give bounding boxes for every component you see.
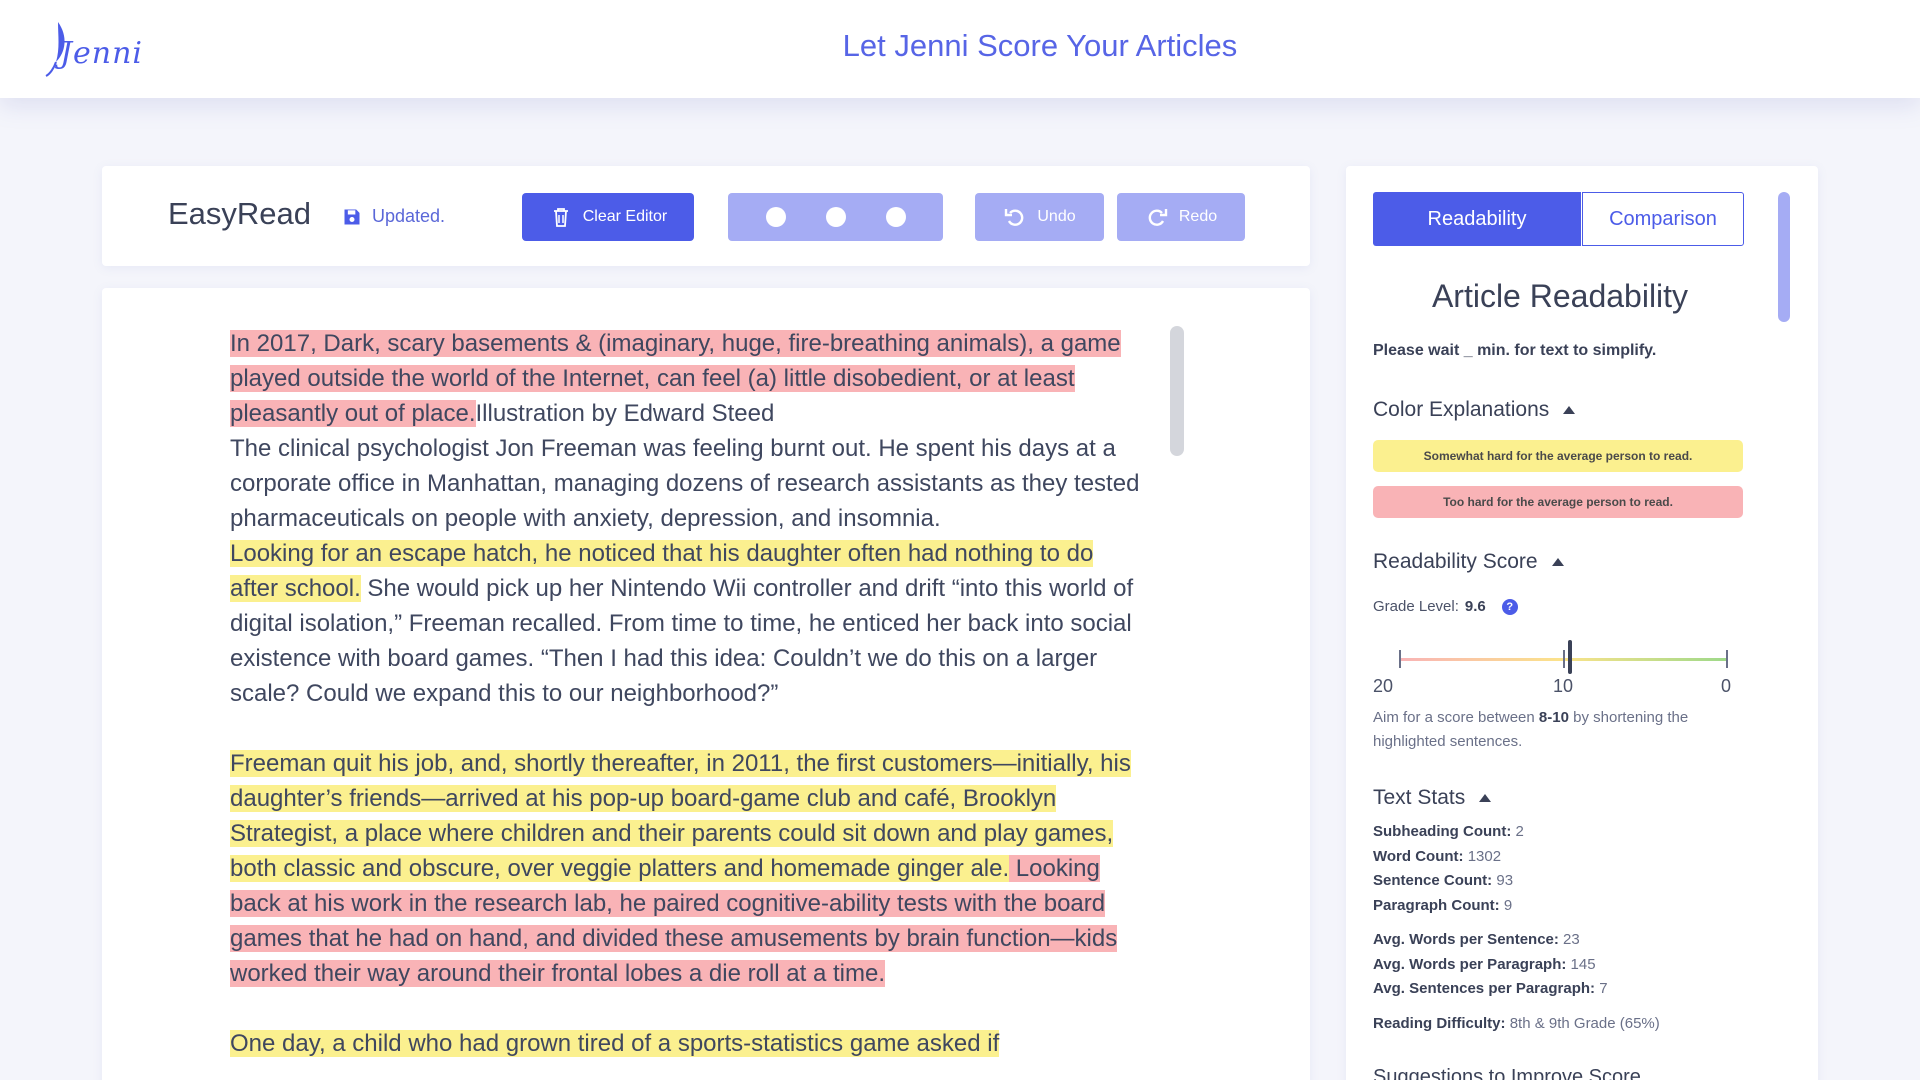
editor-toolbar: EasyRead Updated. Clear Editor Undo Redo <box>102 166 1310 266</box>
caret-up-icon <box>1563 406 1576 414</box>
text-segment: She would pick up her Nintendo Wii contr… <box>230 575 1134 707</box>
caret-up-icon <box>1551 558 1564 566</box>
color-explanations-toggle[interactable]: Color Explanations <box>1373 398 1576 422</box>
undo-label: Undo <box>1037 208 1076 225</box>
legend-red: Too hard for the average person to read. <box>1373 486 1743 518</box>
clear-editor-label: Clear Editor <box>582 208 668 225</box>
text-stats-counts: Subheading Count: 2 Word Count: 1302 Sente… <box>1373 820 1524 918</box>
readability-score-toggle[interactable]: Readability Score <box>1373 550 1564 574</box>
reading-difficulty-value: 8th & 9th Grade (65%) <box>1509 1015 1660 1032</box>
save-status-text: Updated. <box>372 206 446 226</box>
stat-value: 145 <box>1566 955 1596 973</box>
grade-marker <box>1567 640 1572 674</box>
stat-value: 93 <box>1492 872 1514 889</box>
scale-label-left: 20 <box>1373 676 1394 696</box>
aim-prefix: Aim for a score between <box>1373 709 1539 726</box>
reading-difficulty: Reading Difficulty: 8th & 9th Grade (65%… <box>1373 1012 1660 1037</box>
stat-label: Paragraph Count: <box>1373 896 1500 914</box>
page-title: Let Jenni Score Your Articles <box>842 28 1238 63</box>
tab-readability[interactable]: Readability <box>1373 192 1581 246</box>
clear-editor-button[interactable]: Clear Editor <box>522 193 694 241</box>
legend-yellow: Somewhat hard for the average person to … <box>1373 440 1743 472</box>
stat-label: Avg. Sentences per Paragraph: <box>1373 980 1596 997</box>
more-options-button[interactable] <box>728 193 943 241</box>
stat-row: Word Count: 1302 <box>1373 845 1524 870</box>
editor-scrollbar[interactable] <box>1170 326 1184 456</box>
stat-row: Sentence Count: 93 <box>1373 869 1524 894</box>
wait-note: Please wait _ min. for text to simplify. <box>1373 342 1657 359</box>
dot-icon <box>825 207 846 227</box>
redo-button[interactable]: Redo <box>1117 193 1245 241</box>
stat-value: 9 <box>1499 896 1513 914</box>
redo-icon <box>1148 209 1168 226</box>
undo-icon <box>1005 209 1024 226</box>
text-stats-heading: Text Stats <box>1373 786 1466 809</box>
stat-label: Avg. Words per Paragraph: <box>1373 955 1567 973</box>
editor-paragraph[interactable]: Freeman quit his job, and, shortly there… <box>230 746 1140 991</box>
app-header: Jenni Let Jenni Score Your Articles <box>0 0 1920 98</box>
stat-label: Avg. Words per Sentence: <box>1373 931 1559 948</box>
suggestions-heading[interactable]: Suggestions to Improve Score <box>1373 1066 1641 1080</box>
color-explanations-heading: Color Explanations <box>1373 398 1550 421</box>
text-editor[interactable]: In 2017, Dark, scary basements & (imagin… <box>102 288 1310 1080</box>
save-status: Updated. <box>342 206 445 227</box>
stat-row: Avg. Sentences per Paragraph: 7 <box>1373 977 1608 1002</box>
stat-label: Subheading Count: <box>1373 823 1512 840</box>
dot-icon <box>765 207 786 227</box>
editor-content[interactable]: In 2017, Dark, scary basements & (imagin… <box>230 326 1140 1080</box>
stat-value: 2 <box>1511 823 1524 840</box>
scale-tick <box>1726 650 1728 668</box>
scale-label-right: 0 <box>1721 676 1732 696</box>
tab-comparison[interactable]: Comparison <box>1582 192 1744 246</box>
scale-tick <box>1563 650 1565 668</box>
panel-title: Article Readability <box>1431 278 1689 314</box>
stat-label: Sentence Count: <box>1373 872 1493 889</box>
redo-label: Redo <box>1178 208 1218 225</box>
editor-paragraph[interactable]: One day, a child who had grown tired of … <box>230 1026 1140 1061</box>
stat-row: Paragraph Count: 9 <box>1373 894 1524 919</box>
scale-tick <box>1399 650 1401 668</box>
undo-button[interactable]: Undo <box>975 193 1104 241</box>
highlight-somewhat-hard: Freeman quit his job, and, shortly there… <box>230 750 1131 882</box>
stat-row: Avg. Words per Sentence: 23 <box>1373 928 1608 953</box>
aim-note: Aim for a score between 8-10 by shorteni… <box>1373 706 1753 754</box>
grade-level-label: Grade Level: <box>1373 598 1459 615</box>
readability-panel: Readability Comparison Article Readabili… <box>1346 166 1818 1080</box>
grade-scale: 20 10 0 <box>1373 636 1753 696</box>
text-segment: Illustration by Edward Steed <box>475 400 775 427</box>
readability-score-heading: Readability Score <box>1373 550 1538 573</box>
editor-paragraph[interactable]: In 2017, Dark, scary basements & (imagin… <box>230 326 1140 711</box>
stat-row: Avg. Words per Paragraph: 145 <box>1373 953 1608 978</box>
reading-difficulty-label: Reading Difficulty: <box>1373 1015 1506 1032</box>
help-icon[interactable]: ? <box>1501 598 1518 615</box>
text-stats-toggle[interactable]: Text Stats <box>1373 786 1492 810</box>
stat-value: 7 <box>1595 980 1608 997</box>
aim-range: 8-10 <box>1538 709 1569 726</box>
dot-icon <box>885 207 906 227</box>
text-stats-averages: Avg. Words per Sentence: 23 Avg. Words pe… <box>1373 928 1608 1002</box>
highlight-somewhat-hard: One day, a child who had grown tired of … <box>230 1030 1000 1057</box>
grade-level-value: 9.6 <box>1464 598 1486 615</box>
trash-icon <box>553 208 568 227</box>
grade-level: Grade Level: 9.6 ? <box>1373 598 1518 615</box>
scale-label-mid: 10 <box>1553 676 1574 696</box>
stat-value: 1302 <box>1463 847 1502 865</box>
save-icon <box>344 209 360 224</box>
text-segment: The clinical psychologist Jon Freeman wa… <box>230 435 1140 532</box>
caret-up-icon <box>1479 794 1492 802</box>
stat-value: 23 <box>1558 931 1580 948</box>
stat-label: Word Count: <box>1373 847 1464 865</box>
panel-scrollbar[interactable] <box>1778 192 1790 322</box>
stat-row: Subheading Count: 2 <box>1373 820 1524 845</box>
document-name: EasyRead <box>168 196 312 231</box>
